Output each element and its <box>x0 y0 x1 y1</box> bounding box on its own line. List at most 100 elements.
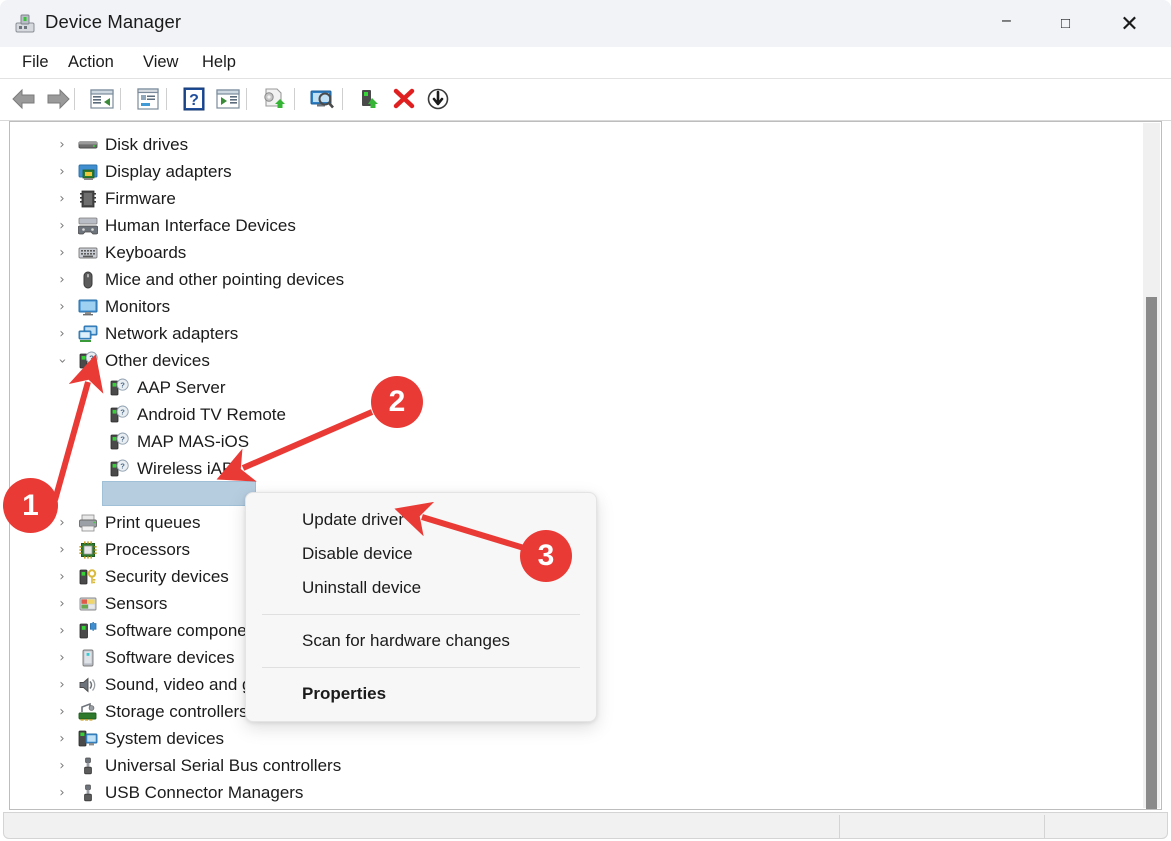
tree-item-disk-drives[interactable]: › Disk drives <box>10 131 1145 158</box>
network-adapter-icon <box>78 324 98 344</box>
context-menu-item-update-driver[interactable]: Update driver <box>246 503 596 537</box>
unknown-device-icon: ? <box>109 405 129 425</box>
maximize-button[interactable]: □ <box>1042 0 1089 47</box>
show-hide-action-pane-icon[interactable] <box>214 86 242 112</box>
chevron-right-icon[interactable]: › <box>55 272 69 287</box>
monitor-icon <box>78 297 98 317</box>
chevron-right-icon[interactable]: › <box>55 164 69 179</box>
context-menu-item-scan-for-hardware-changes[interactable]: Scan for hardware changes <box>246 624 596 658</box>
chevron-right-icon[interactable]: › <box>55 704 69 719</box>
tree-item-label: Print queues <box>105 512 201 532</box>
chevron-right-icon[interactable]: › <box>55 731 69 746</box>
tree-item-human-interface-devices[interactable]: › Human Interface Devices <box>10 212 1145 239</box>
menu-help[interactable]: Help <box>196 51 242 74</box>
vertical-scrollbar[interactable] <box>1143 123 1160 809</box>
keyboard-icon <box>78 243 98 263</box>
uninstall-device-icon[interactable] <box>390 86 418 112</box>
enable-device-icon[interactable] <box>356 86 384 112</box>
properties-icon[interactable] <box>134 86 162 112</box>
sound-icon <box>78 675 98 695</box>
tree-item-network-adapters[interactable]: › Network adapters <box>10 320 1145 347</box>
tree-item-display-adapters[interactable]: › Display adapters <box>10 158 1145 185</box>
chevron-right-icon[interactable]: › <box>55 623 69 638</box>
chevron-right-icon[interactable]: › <box>55 785 69 800</box>
tree-item-label: Sensors <box>105 593 168 613</box>
close-icon: ✕ <box>1120 10 1139 36</box>
back-icon[interactable] <box>10 86 38 112</box>
tree-item-label: MAP MAS-iOS <box>137 431 250 451</box>
chevron-right-icon[interactable]: › <box>55 650 69 665</box>
tree-item-label: Android TV Remote <box>137 404 286 424</box>
menu-view[interactable]: View <box>137 51 184 74</box>
tree-item-label: Disk drives <box>105 134 189 154</box>
tree-item-label: Security devices <box>105 566 229 586</box>
chevron-right-icon[interactable]: › <box>55 515 69 530</box>
tree-item-android-tv-remote[interactable]: ? Android TV Remote <box>10 401 1145 428</box>
chevron-right-icon[interactable]: › <box>55 218 69 233</box>
device-manager-window: Device Manager – □ ✕ File Action View Help … <box>0 0 1171 841</box>
tree-item-aap-server[interactable]: ? AAP Server <box>10 374 1145 401</box>
context-menu-item-disable-device[interactable]: Disable device <box>246 537 596 571</box>
device-context-menu: Update driver Disable device Uninstall dev… <box>245 492 597 722</box>
status-divider <box>839 815 840 838</box>
unknown-device-icon: ? <box>109 378 129 398</box>
tree-item-label: Universal Serial Bus controllers <box>105 755 342 775</box>
tree-item-wireless-iap[interactable]: ? Wireless iAP <box>10 455 1145 482</box>
tree-item-usb-connector-managers[interactable]: › USB Connector Managers <box>10 779 1145 806</box>
forward-icon[interactable] <box>44 86 72 112</box>
tree-item-label: Wireless iAP <box>137 458 234 478</box>
chevron-right-icon[interactable]: › <box>55 758 69 773</box>
tree-item-map-mas-ios[interactable]: ? MAP MAS-iOS <box>10 428 1145 455</box>
tree-item-system-devices[interactable]: › System devices <box>10 725 1145 752</box>
chevron-down-icon[interactable]: › <box>55 354 70 368</box>
menu-file[interactable]: File <box>16 51 55 74</box>
chevron-right-icon[interactable]: › <box>55 542 69 557</box>
update-driver-icon[interactable] <box>260 86 288 112</box>
status-divider <box>1044 815 1045 838</box>
tree-item-universal-serial-bus-controllers[interactable]: › Universal Serial Bus controllers <box>10 752 1145 779</box>
toolbar-separator <box>294 88 295 110</box>
security-device-icon <box>78 567 98 587</box>
toolbar-separator <box>166 88 167 110</box>
close-button[interactable]: ✕ <box>1106 0 1153 47</box>
chevron-right-icon[interactable]: › <box>55 191 69 206</box>
chevron-right-icon[interactable]: › <box>55 677 69 692</box>
selected-device-row[interactable] <box>102 481 256 506</box>
show-hide-console-tree-icon[interactable] <box>88 86 116 112</box>
disable-device-icon[interactable] <box>424 86 452 112</box>
tree-item-other-devices[interactable]: ›? Other devices <box>10 347 1145 374</box>
chevron-right-icon[interactable]: › <box>55 137 69 152</box>
chevron-right-icon[interactable]: › <box>55 569 69 584</box>
toolbar-separator <box>120 88 121 110</box>
chevron-right-icon[interactable]: › <box>55 245 69 260</box>
sensor-icon <box>78 594 98 614</box>
tree-item-label: Software devices <box>105 647 235 667</box>
chevron-right-icon[interactable]: › <box>55 596 69 611</box>
tree-item-monitors[interactable]: › Monitors <box>10 293 1145 320</box>
tree-item-mice-and-other-pointing-devices[interactable]: › Mice and other pointing devices <box>10 266 1145 293</box>
menu-bar: File Action View Help <box>0 47 1171 79</box>
menu-action[interactable]: Action <box>62 51 120 74</box>
chevron-right-icon[interactable]: › <box>55 326 69 341</box>
printer-icon <box>78 513 98 533</box>
context-menu-item-properties[interactable]: Properties <box>246 677 596 711</box>
tree-item-label: Mice and other pointing devices <box>105 269 345 289</box>
svg-text:?: ? <box>120 380 125 389</box>
tree-item-label: Monitors <box>105 296 171 316</box>
context-menu-item-uninstall-device[interactable]: Uninstall device <box>246 571 596 605</box>
chevron-right-icon[interactable]: › <box>55 299 69 314</box>
tree-item-keyboards[interactable]: › Keyboards <box>10 239 1145 266</box>
scan-hardware-changes-icon[interactable] <box>308 86 336 112</box>
tree-item-label: Keyboards <box>105 242 187 262</box>
tree-item-firmware[interactable]: › Firmware <box>10 185 1145 212</box>
context-menu-separator <box>262 614 580 615</box>
software-component-icon <box>78 621 98 641</box>
usb-icon <box>78 756 98 776</box>
scrollbar-thumb[interactable] <box>1146 297 1157 809</box>
svg-text:?: ? <box>189 92 199 109</box>
help-icon[interactable]: ? <box>180 86 208 112</box>
storage-controller-icon <box>78 702 98 722</box>
system-device-icon <box>78 729 98 749</box>
minimize-button[interactable]: – <box>983 0 1030 47</box>
svg-text:?: ? <box>120 434 125 443</box>
